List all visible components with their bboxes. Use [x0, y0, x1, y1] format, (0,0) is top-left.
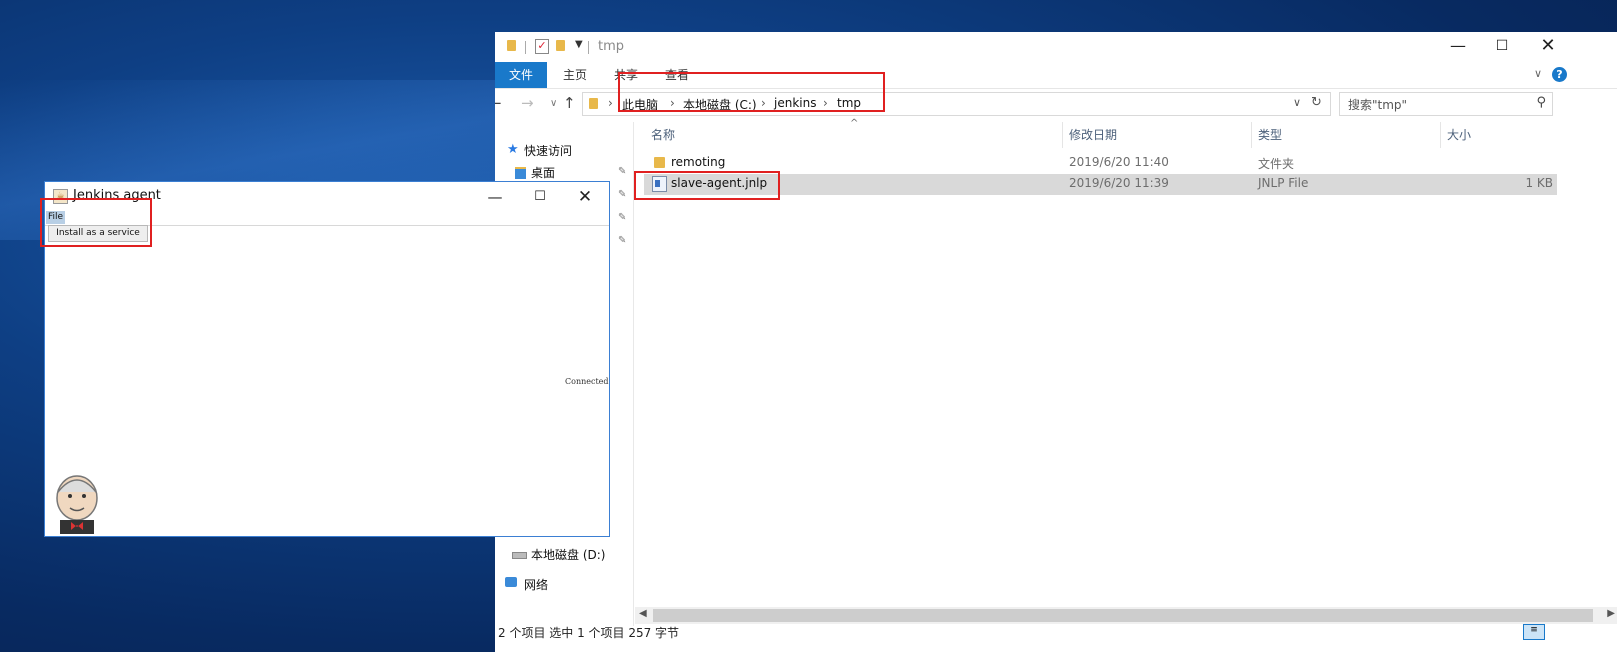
column-header-name[interactable]: 名称 [651, 126, 675, 143]
recent-locations-icon[interactable]: ∨ [550, 98, 557, 109]
up-arrow-icon[interactable]: ↑ [563, 94, 576, 112]
refresh-icon[interactable]: ↻ [1311, 95, 1322, 110]
nav-desktop[interactable]: 桌面 [531, 164, 555, 181]
column-header-type[interactable]: 类型 [1258, 126, 1282, 143]
connection-status: Connected [565, 377, 609, 386]
folder-icon [507, 40, 516, 51]
scrollbar-thumb[interactable] [653, 609, 1593, 622]
pin-icon[interactable]: ✎ [618, 235, 626, 246]
chevron-right-icon[interactable]: › [608, 96, 613, 110]
tab-file[interactable]: 文件 [495, 62, 547, 88]
search-placeholder: 搜索"tmp" [1348, 98, 1408, 112]
nav-network[interactable]: 网络 [524, 576, 548, 593]
jenkins-logo-icon [56, 475, 98, 534]
highlight-box [40, 198, 152, 247]
file-type: 文件夹 [1258, 157, 1295, 171]
table-row[interactable]: remoting 2019/6/20 11:40 文件夹 [644, 153, 1557, 174]
file-list: 名称 修改日期 类型 大小 remoting 2019/6/20 11:40 文… [634, 122, 1617, 652]
file-modified: 2019/6/20 11:39 [1069, 176, 1169, 190]
minimize-button[interactable]: — [1435, 32, 1481, 62]
tab-home[interactable]: 主页 [563, 62, 587, 88]
table-row[interactable]: slave-agent.jnlp 2019/6/20 11:39 JNLP Fi… [644, 174, 1557, 195]
status-bar: 2 个项目 选中 1 个项目 257 字节 ≡ [495, 624, 1617, 652]
forward-arrow-icon[interactable]: → [521, 94, 534, 112]
close-button[interactable]: ✕ [1525, 32, 1571, 62]
highlight-box [634, 171, 780, 200]
file-type: JNLP File [1258, 176, 1309, 190]
highlight-box [618, 72, 885, 112]
column-divider[interactable] [1251, 122, 1252, 148]
network-icon [505, 577, 517, 587]
star-icon: ★ [507, 142, 519, 157]
column-divider[interactable] [1440, 122, 1441, 148]
desktop-icon [515, 167, 526, 179]
file-name: remoting [671, 155, 726, 169]
new-folder-icon[interactable] [556, 40, 565, 51]
pin-icon[interactable]: ✎ [618, 166, 626, 177]
drive-icon [512, 552, 527, 559]
pin-icon[interactable]: ✎ [618, 212, 626, 223]
file-modified: 2019/6/20 11:40 [1069, 155, 1169, 169]
nav-quick-access[interactable]: 快速访问 [524, 142, 572, 159]
search-input[interactable]: 搜索"tmp" ⚲ [1339, 92, 1553, 116]
maximize-button[interactable]: ☐ [1479, 32, 1525, 62]
pin-icon[interactable]: ✎ [618, 189, 626, 200]
details-view-icon[interactable]: ≡ [1523, 624, 1545, 640]
folder-icon [589, 98, 598, 109]
explorer-titlebar: ✓ ▼ tmp — ☐ ✕ [495, 32, 1617, 62]
search-icon[interactable]: ⚲ [1536, 95, 1546, 110]
divider [525, 41, 526, 54]
address-dropdown-icon[interactable]: ∨ [1293, 96, 1301, 109]
file-size: 1 KB [1525, 176, 1553, 190]
horizontal-scrollbar[interactable]: ◀ ▶ [635, 607, 1617, 624]
expand-ribbon-icon[interactable]: ∨ [1534, 67, 1542, 80]
scroll-right-icon[interactable]: ▶ [1607, 608, 1615, 619]
status-text: 2 个项目 选中 1 个项目 257 字节 [498, 626, 680, 640]
properties-icon[interactable]: ✓ [535, 39, 549, 54]
column-header-size[interactable]: 大小 [1447, 126, 1471, 143]
file-explorer-window: ✓ ▼ tmp — ☐ ✕ 文件 主页 共享 查看 ∨ ? ← → ∨ ↑ › … [495, 32, 1617, 652]
back-arrow-icon[interactable]: ← [495, 94, 502, 112]
close-button[interactable]: ✕ [563, 184, 607, 210]
maximize-button[interactable]: ☐ [518, 184, 562, 210]
folder-icon [654, 157, 665, 168]
minimize-button[interactable]: — [473, 184, 517, 210]
column-header-modified[interactable]: 修改日期 [1069, 126, 1117, 143]
customize-toolbar-icon[interactable]: ▼ [575, 39, 583, 50]
column-divider[interactable] [1062, 122, 1063, 148]
nav-drive-d[interactable]: 本地磁盘 (D:) [531, 546, 605, 563]
window-title: tmp [598, 39, 625, 54]
help-icon[interactable]: ? [1552, 67, 1567, 82]
scroll-left-icon[interactable]: ◀ [639, 608, 647, 619]
divider [588, 41, 589, 54]
